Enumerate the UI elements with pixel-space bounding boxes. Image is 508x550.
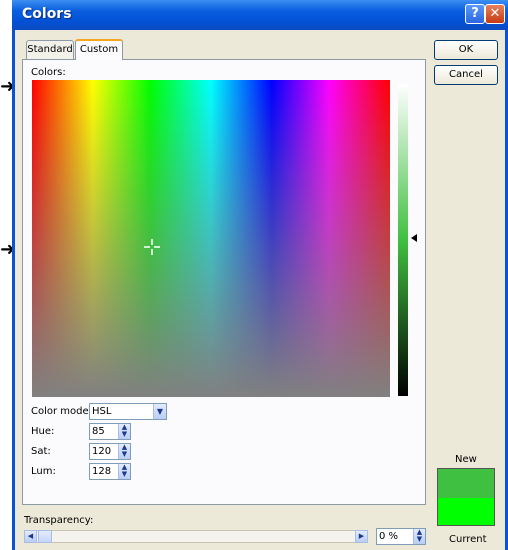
hue-label: Hue: xyxy=(31,426,55,437)
scroll-right-icon[interactable]: ▶ xyxy=(355,530,368,543)
sat-label: Sat: xyxy=(31,446,51,457)
scroll-left-icon[interactable]: ◀ xyxy=(24,530,37,543)
title-bar[interactable] xyxy=(12,0,508,30)
dialog-title: Colors xyxy=(22,6,72,22)
new-color-swatch xyxy=(437,468,495,498)
lum-value: 128 xyxy=(92,466,112,477)
current-label: Current xyxy=(449,534,487,545)
sat-spinner[interactable]: ▲ ▼ xyxy=(118,444,130,459)
color-model-label: Color model: xyxy=(31,406,95,417)
tab-custom[interactable]: Custom xyxy=(75,39,123,60)
help-button[interactable]: ? xyxy=(465,4,485,24)
hue-value: 85 xyxy=(92,426,105,437)
chevron-down-icon[interactable]: ▼ xyxy=(153,404,166,419)
hue-spinner[interactable]: ▲ ▼ xyxy=(118,424,130,439)
luminance-pointer-icon[interactable] xyxy=(411,234,417,242)
transparency-value: 0 % xyxy=(379,531,399,542)
transparency-slider-track[interactable] xyxy=(24,530,368,543)
cancel-button[interactable]: Cancel xyxy=(434,65,498,85)
close-button[interactable]: ✕ xyxy=(485,4,505,24)
sat-value: 120 xyxy=(92,446,112,457)
luminance-slider[interactable] xyxy=(398,84,408,396)
new-label: New xyxy=(455,454,477,465)
crosshair-icon xyxy=(144,239,160,255)
tab-standard[interactable]: Standard xyxy=(26,40,74,59)
color-model-value: HSL xyxy=(92,406,112,417)
lum-spinner[interactable]: ▲ ▼ xyxy=(118,464,130,479)
colors-label: Colors: xyxy=(31,67,66,78)
ok-button[interactable]: OK xyxy=(434,40,498,60)
transparency-label: Transparency: xyxy=(24,515,94,526)
color-spectrum[interactable] xyxy=(32,80,390,397)
transparency-thumb[interactable] xyxy=(38,530,52,543)
transparency-spinner[interactable]: ▲ ▼ xyxy=(413,529,425,544)
lum-label: Lum: xyxy=(31,466,56,477)
current-color-swatch xyxy=(437,498,495,526)
